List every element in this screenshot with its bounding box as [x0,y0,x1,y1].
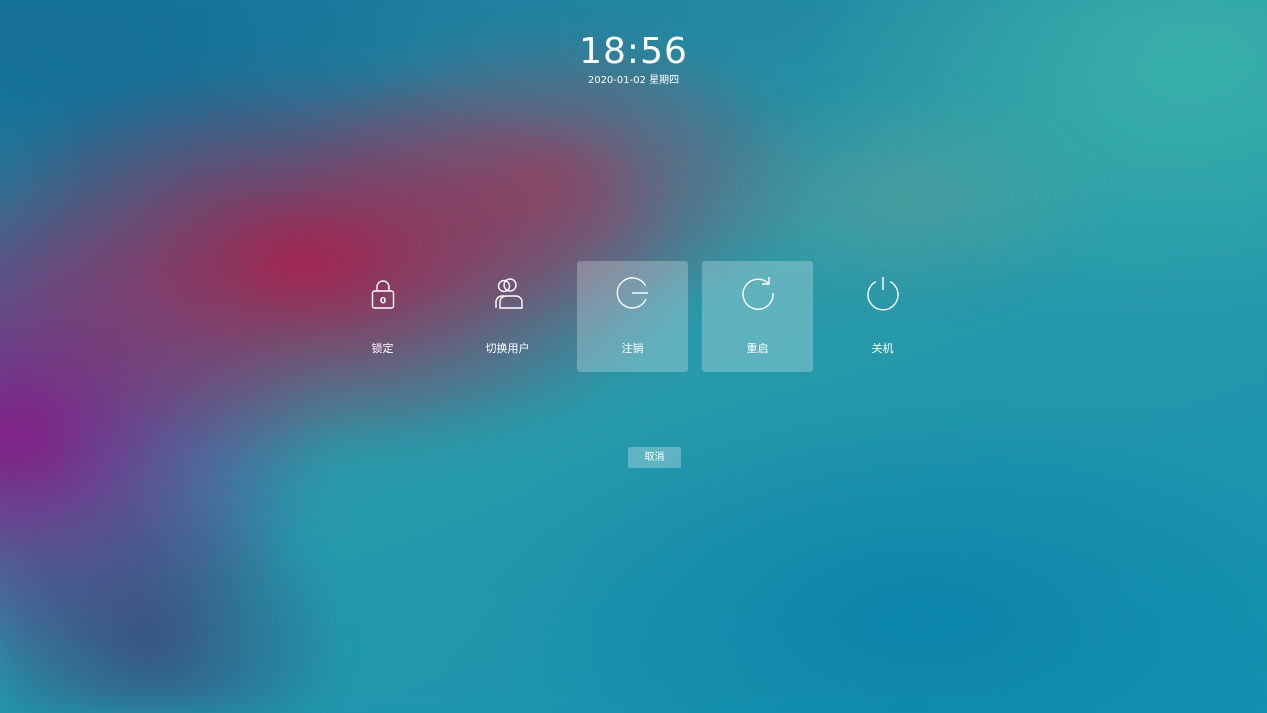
reboot-button[interactable]: 重启 [702,261,813,372]
lock-icon: 0 [371,280,395,309]
logout-button[interactable]: 注销 [577,261,688,372]
users-icon [495,278,523,309]
logout-label: 注销 [621,342,644,355]
shutdown-screen: 18:56 2020-01-02 星期四 0 锁定 切换用户 注销 重启 关机 … [0,0,1267,713]
shutdown-button[interactable]: 关机 [827,261,938,372]
shutdown-label: 关机 [871,342,894,355]
cancel-button[interactable]: 取消 [628,447,681,468]
reboot-label: 重启 [746,342,769,355]
lock-button[interactable]: 0 锁定 [327,261,438,372]
logout-icon [616,277,648,309]
clock-date: 2020-01-02 星期四 [587,75,680,86]
reboot-icon [742,277,774,310]
lock-label: 锁定 [371,342,394,355]
switch-user-label: 切换用户 [485,342,530,355]
lock-icon-digit: 0 [380,297,386,307]
clock-time: 18:56 [579,31,688,72]
power-actions: 0 锁定 切换用户 注销 重启 关机 [327,261,938,372]
clock: 18:56 2020-01-02 星期四 [0,30,1267,88]
power-icon [867,277,899,311]
switch-user-button[interactable]: 切换用户 [452,261,563,372]
